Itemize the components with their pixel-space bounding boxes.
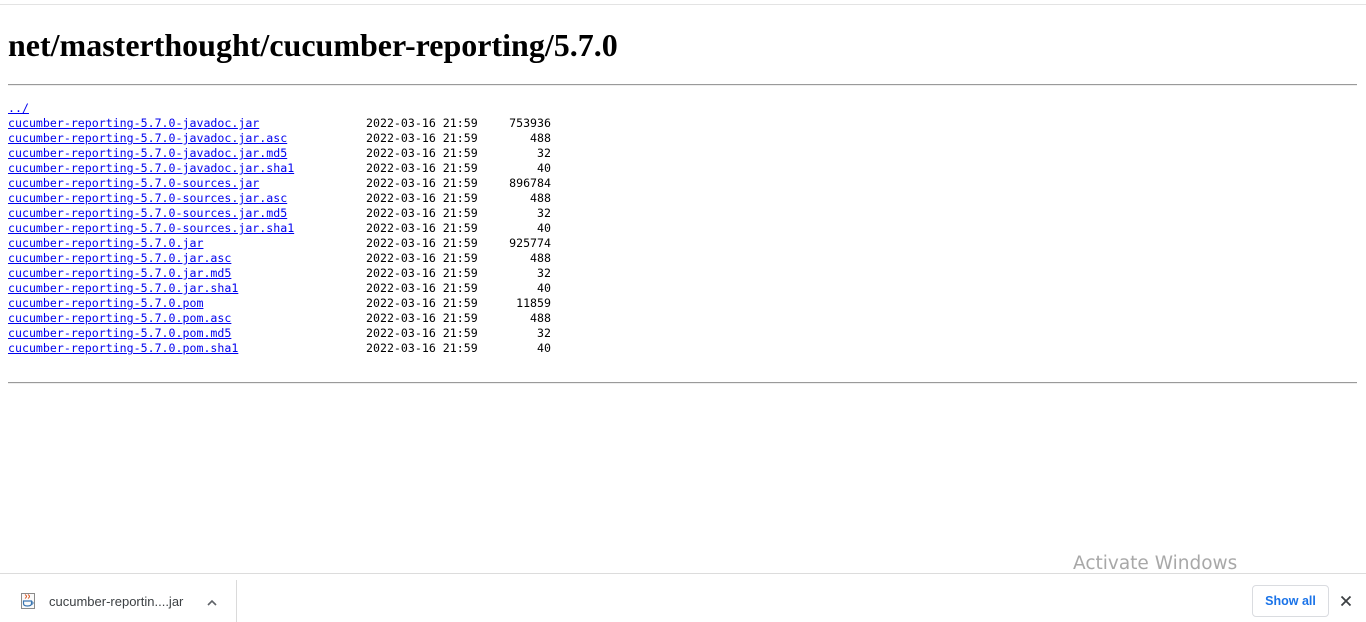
file-link[interactable]: cucumber-reporting-5.7.0-sources.jar.asc — [8, 191, 287, 206]
shelf-divider — [236, 580, 237, 622]
file-size: 32 — [537, 326, 551, 340]
file-size: 32 — [537, 206, 551, 220]
file-link[interactable]: cucumber-reporting-5.7.0.pom.md5 — [8, 326, 231, 341]
file-date: 2022-03-16 21:59 — [366, 146, 478, 160]
file-date: 2022-03-16 21:59 — [366, 236, 478, 250]
file-date: 2022-03-16 21:59 — [366, 221, 478, 235]
file-link[interactable]: cucumber-reporting-5.7.0-javadoc.jar.md5 — [8, 146, 287, 161]
file-date: 2022-03-16 21:59 — [366, 281, 478, 295]
download-item[interactable]: cucumber-reportin....jar — [0, 580, 236, 622]
file-date: 2022-03-16 21:59 — [366, 326, 478, 340]
file-size: 753936 — [509, 116, 551, 130]
file-link[interactable]: cucumber-reporting-5.7.0-sources.jar.sha… — [8, 221, 294, 236]
file-link[interactable]: cucumber-reporting-5.7.0-javadoc.jar.asc — [8, 131, 287, 146]
file-date: 2022-03-16 21:59 — [366, 116, 478, 130]
file-size: 32 — [537, 146, 551, 160]
download-shelf: cucumber-reportin....jar Show all — [0, 573, 1366, 622]
file-size: 40 — [537, 341, 551, 355]
file-size: 488 — [530, 251, 551, 265]
file-link[interactable]: cucumber-reporting-5.7.0.jar.md5 — [8, 266, 231, 281]
file-size: 488 — [530, 131, 551, 145]
file-link[interactable]: cucumber-reporting-5.7.0-sources.jar — [8, 176, 259, 191]
chevron-up-icon[interactable] — [205, 595, 219, 609]
file-size: 896784 — [509, 176, 551, 190]
download-file-name: cucumber-reportin....jar — [49, 594, 184, 609]
file-link[interactable]: cucumber-reporting-5.7.0-javadoc.jar.sha… — [8, 161, 294, 176]
file-date: 2022-03-16 21:59 — [366, 311, 478, 325]
file-date: 2022-03-16 21:59 — [366, 191, 478, 205]
top-divider — [8, 84, 1357, 86]
file-link[interactable]: cucumber-reporting-5.7.0.jar — [8, 236, 203, 251]
file-link[interactable]: cucumber-reporting-5.7.0.jar.sha1 — [8, 281, 238, 296]
page-title: net/masterthought/cucumber-reporting/5.7… — [8, 27, 618, 63]
file-size: 32 — [537, 266, 551, 280]
bottom-divider — [8, 382, 1357, 384]
file-date: 2022-03-16 21:59 — [366, 131, 478, 145]
file-date: 2022-03-16 21:59 — [366, 251, 478, 265]
file-link[interactable]: cucumber-reporting-5.7.0-sources.jar.md5 — [8, 206, 287, 221]
file-size: 40 — [537, 281, 551, 295]
file-date: 2022-03-16 21:59 — [366, 266, 478, 280]
show-all-button[interactable]: Show all — [1252, 585, 1329, 617]
close-icon[interactable] — [1338, 593, 1354, 609]
browser-top-border — [0, 4, 1366, 5]
file-size: 40 — [537, 161, 551, 175]
file-link[interactable]: cucumber-reporting-5.7.0-javadoc.jar — [8, 116, 259, 131]
parent-directory-link[interactable]: ../ — [8, 101, 29, 116]
file-link[interactable]: cucumber-reporting-5.7.0.pom.asc — [8, 311, 231, 326]
file-link[interactable]: cucumber-reporting-5.7.0.pom — [8, 296, 203, 311]
java-file-icon — [20, 593, 36, 609]
file-date: 2022-03-16 21:59 — [366, 161, 478, 175]
file-date: 2022-03-16 21:59 — [366, 341, 478, 355]
file-date: 2022-03-16 21:59 — [366, 176, 478, 190]
file-link[interactable]: cucumber-reporting-5.7.0.pom.sha1 — [8, 341, 238, 356]
file-date: 2022-03-16 21:59 — [366, 296, 478, 310]
file-size: 40 — [537, 221, 551, 235]
file-size: 488 — [530, 311, 551, 325]
file-size: 925774 — [509, 236, 551, 250]
file-link[interactable]: cucumber-reporting-5.7.0.jar.asc — [8, 251, 231, 266]
file-date: 2022-03-16 21:59 — [366, 206, 478, 220]
file-size: 488 — [530, 191, 551, 205]
file-size: 11859 — [516, 296, 551, 310]
